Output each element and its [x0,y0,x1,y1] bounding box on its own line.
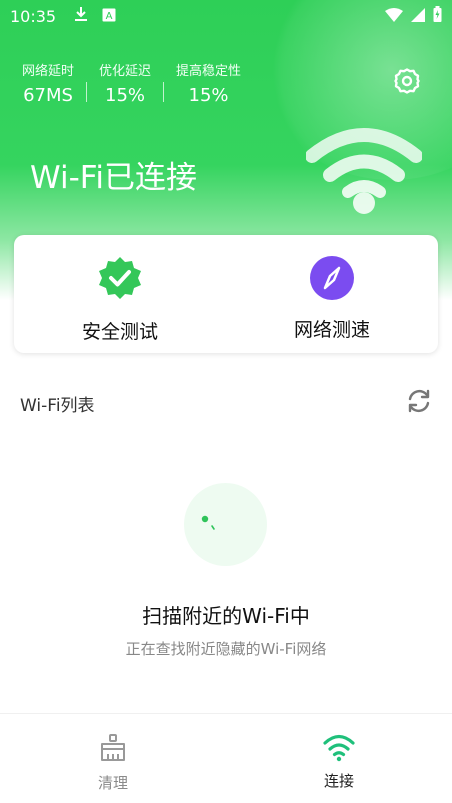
wifi-connected-icon [305,128,423,222]
tools-card: 安全测试 网络测速 [14,235,438,353]
security-test-label: 安全测试 [81,321,158,343]
speed-test-button[interactable]: 网络测速 [226,235,438,353]
metrics-row: 网络延时 67MS 优化延迟 15% 提高稳定性 15% [22,60,253,106]
bottom-navigation: 清理 连接 [0,713,452,803]
scan-animation [184,483,267,566]
metric-label: 优化延迟 [99,64,152,79]
metric-label: 网络延时 [22,64,75,79]
nav-connect[interactable]: 连接 [226,714,452,803]
scan-title: 扫描附近的Wi-Fi中 [142,604,310,628]
loading-spinner-icon [184,483,267,570]
broom-icon [97,732,129,768]
download-icon [74,6,88,26]
settings-button[interactable] [390,66,424,100]
wifi-icon [322,732,356,766]
wifi-list-header: Wi-Fi列表 [20,388,434,418]
security-test-button[interactable]: 安全测试 [14,235,226,353]
metric-value: 67MS [23,85,73,106]
refresh-button[interactable] [404,388,434,418]
battery-icon [433,6,442,26]
wifi-list-title: Wi-Fi列表 [20,395,95,416]
refresh-icon [406,388,432,418]
compass-icon [309,255,355,305]
metric-label: 提高稳定性 [176,64,242,79]
wifi-icon [385,7,403,26]
metric-value: 15% [105,85,146,106]
gear-icon [393,67,421,99]
metric-stability: 提高稳定性 15% [164,60,253,106]
metric-latency: 网络延时 67MS [22,60,86,106]
shield-check-icon [96,255,144,307]
nav-clean-label: 清理 [97,774,128,792]
signal-icon [411,7,425,26]
scan-subtitle: 正在查找附近隐藏的Wi-Fi网络 [125,640,327,658]
status-time: 10:35 [10,6,57,26]
connection-status-title: Wi-Fi已连接 [30,160,197,196]
nav-connect-label: 连接 [323,772,354,790]
nav-clean[interactable]: 清理 [0,714,226,803]
svg-text:A: A [106,11,113,22]
metric-optimize-latency: 优化延迟 15% [87,60,163,106]
a-badge-icon: A [102,7,116,26]
speed-test-label: 网络测速 [293,319,370,341]
status-bar: 10:35 A [0,0,452,32]
metric-value: 15% [188,85,229,106]
